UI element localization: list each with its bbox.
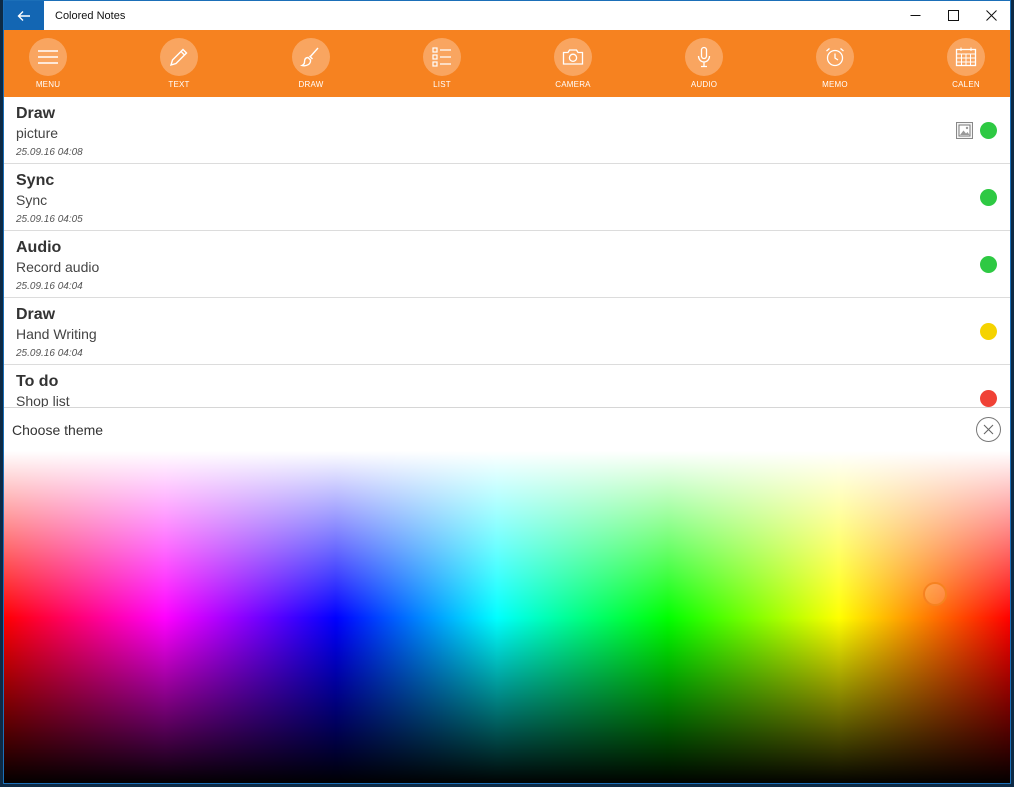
arrow-left-icon bbox=[17, 10, 30, 21]
note-item[interactable]: To do Shop list bbox=[4, 365, 1010, 407]
toolbar-calendar[interactable]: CALEN bbox=[921, 30, 1010, 97]
audio-button[interactable] bbox=[685, 38, 723, 76]
toolbar-label: CALEN bbox=[952, 80, 980, 89]
note-item[interactable]: Draw picture 25.09.16 04:08 bbox=[4, 97, 1010, 164]
note-date: 25.09.16 04:04 bbox=[16, 348, 83, 359]
toolbar: MENU TEXT DRAW LIST CAMERA AUDIO MEMO CA… bbox=[4, 30, 1010, 97]
toolbar-label: AUDIO bbox=[690, 80, 718, 89]
toolbar-menu[interactable]: MENU bbox=[4, 30, 93, 97]
toolbar-label: MENU bbox=[35, 80, 61, 89]
menu-button[interactable] bbox=[29, 38, 67, 76]
color-picker[interactable] bbox=[4, 451, 1010, 783]
note-subtitle: Record audio bbox=[16, 259, 100, 275]
close-button[interactable] bbox=[972, 1, 1010, 30]
note-title: To do bbox=[16, 373, 59, 390]
toolbar-list[interactable]: LIST bbox=[397, 30, 487, 97]
toolbar-label: LIST bbox=[433, 80, 451, 89]
note-title: Draw bbox=[16, 105, 56, 122]
close-theme-button[interactable] bbox=[976, 417, 1001, 442]
camera-icon bbox=[562, 49, 584, 65]
maximize-button[interactable] bbox=[934, 1, 972, 30]
note-subtitle: picture bbox=[16, 125, 59, 141]
toolbar-draw[interactable]: DRAW bbox=[266, 30, 356, 97]
note-date: 25.09.16 04:04 bbox=[16, 281, 83, 292]
back-button[interactable] bbox=[4, 1, 44, 30]
theme-panel-header: Choose theme bbox=[4, 407, 1010, 451]
note-color-dot[interactable] bbox=[980, 256, 997, 273]
note-color-dot[interactable] bbox=[980, 390, 997, 407]
note-title: Audio bbox=[16, 239, 62, 256]
checklist-icon bbox=[432, 47, 451, 67]
note-item[interactable]: Audio Record audio 25.09.16 04:04 bbox=[4, 231, 1010, 298]
note-subtitle: Shop list bbox=[16, 393, 70, 407]
close-icon bbox=[983, 424, 994, 435]
app-window: Colored Notes MENU TEXT DRAW LIST CAMERA… bbox=[3, 0, 1011, 784]
draw-button[interactable] bbox=[292, 38, 330, 76]
list-button[interactable] bbox=[423, 38, 461, 76]
title-bar: Colored Notes bbox=[4, 1, 1010, 30]
toolbar-label: TEXT bbox=[168, 80, 190, 89]
hamburger-icon bbox=[38, 50, 58, 64]
note-title: Draw bbox=[16, 306, 56, 323]
toolbar-audio[interactable]: AUDIO bbox=[659, 30, 749, 97]
toolbar-label: CAMERA bbox=[555, 80, 591, 89]
note-subtitle: Sync bbox=[16, 192, 48, 208]
note-title: Sync bbox=[16, 172, 55, 189]
note-item[interactable]: Sync Sync 25.09.16 04:05 bbox=[4, 164, 1010, 231]
minimize-icon bbox=[910, 15, 920, 16]
maximize-icon bbox=[947, 10, 959, 21]
toolbar-camera[interactable]: CAMERA bbox=[528, 30, 618, 97]
note-color-dot[interactable] bbox=[980, 189, 997, 206]
memo-button[interactable] bbox=[816, 38, 854, 76]
note-item[interactable]: Draw Hand Writing 25.09.16 04:04 bbox=[4, 298, 1010, 365]
camera-button[interactable] bbox=[554, 38, 592, 76]
note-subtitle: Hand Writing bbox=[16, 326, 97, 342]
note-color-dot[interactable] bbox=[980, 122, 997, 139]
brush-icon bbox=[299, 47, 319, 67]
toolbar-label: DRAW bbox=[298, 80, 324, 89]
alarm-clock-icon bbox=[826, 48, 844, 67]
toolbar-memo[interactable]: MEMO bbox=[790, 30, 880, 97]
pencil-icon bbox=[169, 48, 188, 67]
minimize-button[interactable] bbox=[896, 1, 934, 30]
text-button[interactable] bbox=[160, 38, 198, 76]
calendar-icon bbox=[955, 47, 977, 67]
calendar-button[interactable] bbox=[947, 38, 985, 76]
note-date: 25.09.16 04:05 bbox=[16, 214, 83, 225]
color-picker-handle[interactable] bbox=[923, 582, 947, 606]
image-attachment-icon bbox=[956, 122, 973, 139]
note-color-dot[interactable] bbox=[980, 323, 997, 340]
app-title: Colored Notes bbox=[55, 9, 126, 22]
microphone-icon bbox=[697, 46, 711, 68]
close-icon bbox=[985, 10, 997, 21]
window-controls bbox=[896, 1, 1010, 30]
toolbar-text[interactable]: TEXT bbox=[134, 30, 224, 97]
theme-label: Choose theme bbox=[12, 422, 104, 438]
toolbar-label: MEMO bbox=[822, 80, 848, 89]
notes-list: Draw picture 25.09.16 04:08 Sync Sync 25… bbox=[4, 97, 1010, 407]
note-date: 25.09.16 04:08 bbox=[16, 147, 83, 158]
